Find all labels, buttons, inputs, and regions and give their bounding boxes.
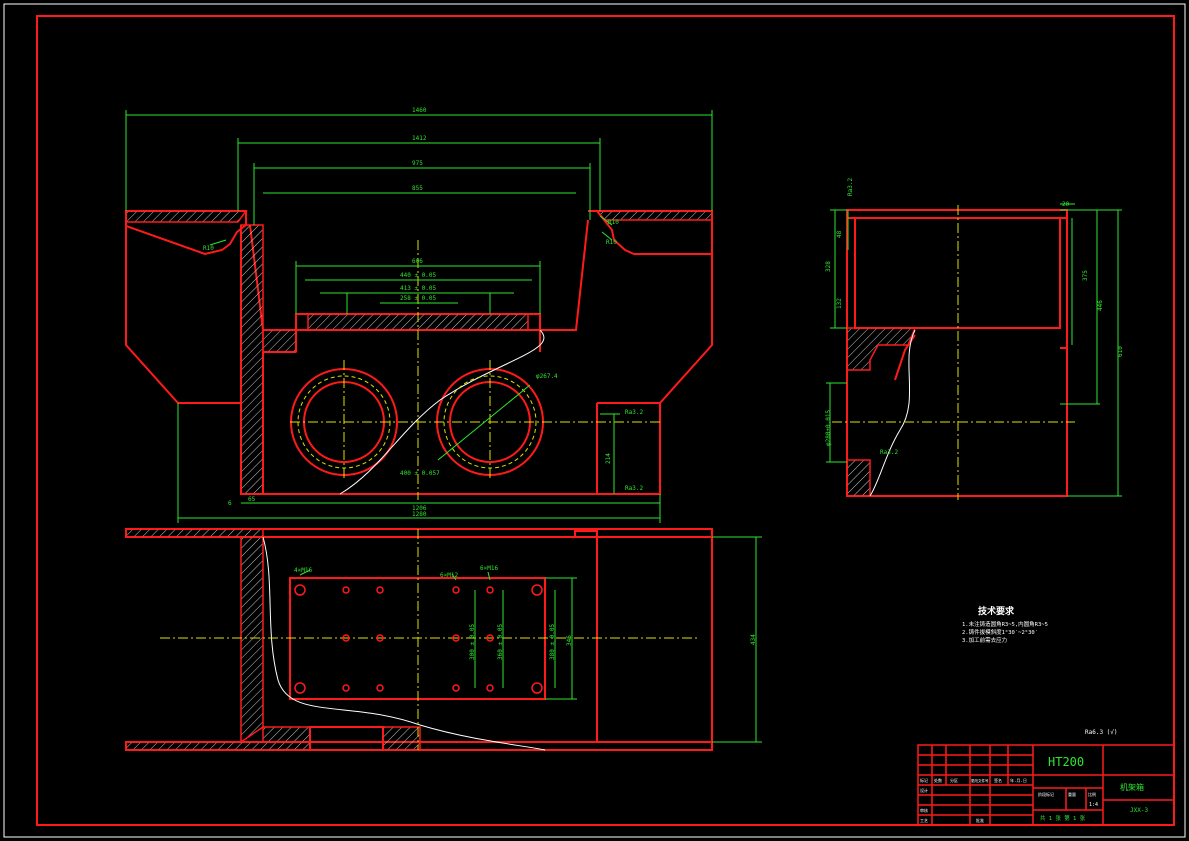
plan-dim-v1: 300 ± 0.05 xyxy=(469,623,476,660)
side-dim-top: Ra3.2 xyxy=(847,178,854,196)
dim-inner: 1412 xyxy=(412,135,427,142)
dim-ra-a: Ra3.2 xyxy=(625,409,643,416)
side-dim-48: 48 xyxy=(836,230,843,238)
tb-label-c: 分区 xyxy=(950,777,958,783)
plan-hatch-bottom xyxy=(125,741,311,751)
dim-400: 400 ± 0.057 xyxy=(400,470,440,477)
tb-label-h: 审核 xyxy=(920,807,928,813)
plan-dim-v3: 380 ± 0.05 xyxy=(549,623,556,660)
bolt-hole xyxy=(376,586,384,594)
plan-dimensions xyxy=(299,536,762,743)
bolt-hole xyxy=(452,586,460,594)
notes-line-2: 2.铸件拔模斜度1°30′~2°30′ xyxy=(962,628,1038,636)
bolt-hole xyxy=(294,682,306,694)
side-dim-bore: φ280±0.015 xyxy=(825,409,832,446)
front-hatch-top xyxy=(125,210,248,223)
tb-label-b: 处数 xyxy=(934,777,942,783)
plan-view xyxy=(125,528,713,751)
plan-hatch-bottom-b xyxy=(262,726,311,743)
plan-hatch-bottom-c xyxy=(382,726,421,751)
bolt-hole xyxy=(294,584,306,596)
inner-border xyxy=(36,15,1175,826)
front-hatch-left xyxy=(240,224,264,495)
side-dim-ra: Ra3.2 xyxy=(880,449,898,456)
side-dim-375: 375 xyxy=(1082,270,1089,281)
dim-r10-left: R10 xyxy=(203,245,214,252)
notes-line-1: 1.未注铸造圆角R3~5,内圆角R3~5 xyxy=(962,620,1048,628)
roughness-note: Ra6.3 (√) xyxy=(1085,729,1118,736)
plan-dim-v2: 360 ± 0.05 xyxy=(497,623,504,660)
sheet-info: 共 1 张 第 1 张 xyxy=(1040,814,1086,822)
dim-r10-right-a: R10 xyxy=(608,219,619,226)
side-dim-132: 132 xyxy=(836,298,843,309)
plan-dim-text: 4×M16 6×M12 6×M16 300 ± 0.05 360 ± 0.05 … xyxy=(294,565,757,660)
side-dim-20: 20 xyxy=(1062,201,1070,208)
dim-855: 855 xyxy=(412,185,423,192)
bolt-hole xyxy=(342,586,350,594)
bolt-hole xyxy=(376,684,384,692)
cad-drawing: 1460 1412 975 855 606 440 ± 0.05 413 ± 0… xyxy=(3,3,1186,838)
tb-label-d: 更改文件号 xyxy=(971,778,989,783)
tb-label-e: 签名 xyxy=(994,777,1002,783)
side-hatch-lower xyxy=(846,459,871,497)
dim-258: 258 ± 0.05 xyxy=(400,295,437,302)
side-dim-328: 328 xyxy=(825,261,832,272)
plan-dim-hole-b: 6×M12 xyxy=(440,572,458,579)
front-view xyxy=(125,210,713,495)
plan-hatch-left xyxy=(240,536,264,744)
dim-413: 413 ± 0.05 xyxy=(400,285,437,292)
plan-dim-v4: 346 xyxy=(566,635,573,646)
plan-dim-width: 434 xyxy=(750,634,757,645)
part-name: 机架箱 xyxy=(1120,782,1144,792)
plan-dim-hole-a: 4×M16 xyxy=(294,567,312,574)
tb-label-f: 年.月.日 xyxy=(1010,777,1027,783)
side-break-line xyxy=(869,329,916,497)
notes-line-3: 3.加工前需去应力 xyxy=(962,636,1007,644)
material-label: HT200 xyxy=(1048,755,1084,769)
dim-opening: 975 xyxy=(412,160,423,167)
dim-r10-right-b: R10 xyxy=(606,239,617,246)
tb-label-a: 标记 xyxy=(920,777,928,783)
side-dim-446: 446 xyxy=(1097,300,1104,311)
bolt-hole xyxy=(342,684,350,692)
tb-label-i: 工艺 xyxy=(920,818,928,823)
plan-hatch-top xyxy=(125,528,264,538)
bolt-hole xyxy=(531,682,543,694)
dim-phi: φ267.4 xyxy=(536,373,558,380)
dim-440: 440 ± 0.05 xyxy=(400,272,437,279)
plan-dim-hole-c: 6×M16 xyxy=(480,565,498,572)
dim-214: 214 xyxy=(605,453,612,464)
dim-overall: 1460 xyxy=(412,107,427,114)
outer-border xyxy=(3,3,1186,838)
dim-ra-b: Ra3.2 xyxy=(625,485,643,492)
tb-label-m: 比例 xyxy=(1088,791,1096,797)
bolt-hole xyxy=(486,684,494,692)
tb-label-k: 阶段标记 xyxy=(1038,791,1054,797)
technical-notes: 技术要求 1.未注铸造圆角R3~5,内圆角R3~5 2.铸件拔模斜度1°30′~… xyxy=(962,605,1118,736)
side-dim-text: Ra3.2 20 48 328 132 375 446 610 φ280±0.0… xyxy=(825,178,1124,456)
scale-value: 1:4 xyxy=(1089,802,1098,808)
drawing-number: JXX-3 xyxy=(1130,807,1148,814)
bolt-hole xyxy=(486,586,494,594)
dim-bottom-b: 1280 xyxy=(412,511,427,518)
side-dim-610: 610 xyxy=(1117,346,1124,357)
tb-label-g: 设计 xyxy=(920,787,928,793)
notes-heading: 技术要求 xyxy=(978,605,1015,617)
bolt-hole xyxy=(452,684,460,692)
front-hatch-lower xyxy=(262,329,297,353)
bolt-hole xyxy=(531,584,543,596)
dim-6: 6 xyxy=(228,500,232,507)
dim-65: 65 xyxy=(248,496,256,503)
tb-label-l: 重量 xyxy=(1068,791,1076,797)
tb-label-j: 批准 xyxy=(976,817,984,823)
dim-606: 606 xyxy=(412,258,423,265)
